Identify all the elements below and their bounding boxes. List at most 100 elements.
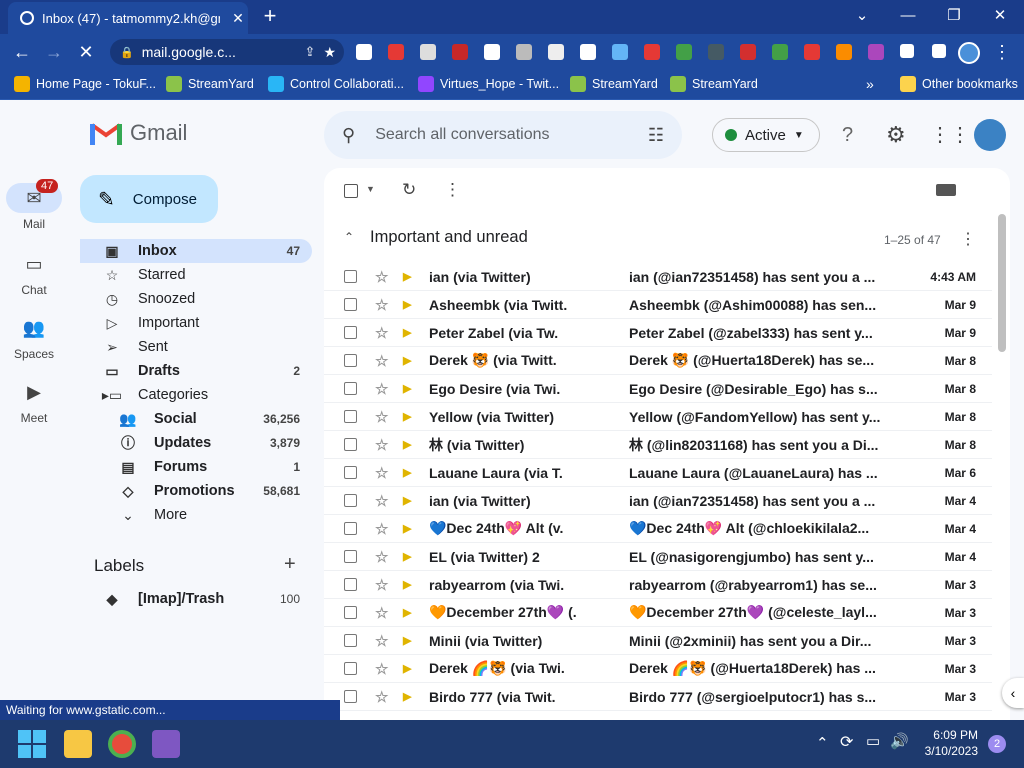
star-icon[interactable]: ☆ bbox=[375, 688, 393, 706]
email-row[interactable]: ☆ ▶ ian (via Twitter) ian (@ian72351458) ha… bbox=[324, 263, 992, 291]
sidebar-item-drafts[interactable]: ▭ Drafts 2 bbox=[80, 359, 312, 383]
more-bookmarks-icon[interactable]: » bbox=[866, 76, 874, 92]
email-row[interactable]: ☆ ▶ Asheembk (via Twitt. Asheembk (@Ashim00… bbox=[324, 291, 992, 319]
bookmark-star-icon[interactable]: ★ bbox=[323, 44, 336, 61]
important-marker-icon[interactable]: ▶ bbox=[403, 382, 415, 395]
help-icon[interactable]: ? bbox=[842, 124, 853, 147]
important-marker-icon[interactable]: ▶ bbox=[403, 410, 415, 423]
extension-icon[interactable] bbox=[804, 44, 820, 60]
row-checkbox[interactable] bbox=[344, 662, 357, 675]
extension-icon[interactable] bbox=[484, 44, 500, 60]
browser-menu-icon[interactable]: ⋮ bbox=[990, 41, 1014, 63]
important-marker-icon[interactable]: ▶ bbox=[403, 466, 415, 479]
email-row[interactable]: ☆ ▶ Derek 🐯 (via Twitt. Derek 🐯 (@Huerta18D… bbox=[324, 347, 992, 375]
notification-badge[interactable]: 2 bbox=[988, 735, 1006, 753]
keyboard-icon[interactable] bbox=[936, 184, 956, 196]
email-row[interactable]: ☆ ▶ Lauane Laura (via T. Lauane Laura (@Lau… bbox=[324, 459, 992, 487]
select-dropdown-icon[interactable]: ▼ bbox=[366, 184, 375, 194]
sidebar-item-important[interactable]: ▷ Important bbox=[80, 311, 312, 335]
extension-icon[interactable] bbox=[644, 44, 660, 60]
important-marker-icon[interactable]: ▶ bbox=[403, 578, 415, 591]
sidebar-item-forums[interactable]: ▤ Forums 1 bbox=[80, 455, 312, 479]
row-checkbox[interactable] bbox=[344, 354, 357, 367]
email-row[interactable]: ☆ ▶ Minii (via Twitter) Minii (@2xminii) ha… bbox=[324, 627, 992, 655]
important-marker-icon[interactable]: ▶ bbox=[403, 522, 415, 535]
loading-stop-button[interactable]: ✕ bbox=[74, 41, 98, 63]
settings-gear-icon[interactable]: ⚙ bbox=[886, 122, 906, 148]
extension-icon[interactable] bbox=[356, 44, 372, 60]
search-options-icon[interactable]: ☷ bbox=[648, 125, 664, 146]
bookmark-item[interactable]: Home Page - TokuF... bbox=[14, 76, 156, 92]
bookmark-item[interactable]: Control Collaborati... bbox=[268, 76, 404, 92]
star-icon[interactable]: ☆ bbox=[375, 632, 393, 650]
extension-icon[interactable] bbox=[868, 44, 884, 60]
chrome-icon[interactable] bbox=[108, 730, 136, 758]
extension-icon[interactable] bbox=[612, 44, 628, 60]
star-icon[interactable]: ☆ bbox=[375, 660, 393, 678]
important-marker-icon[interactable]: ▶ bbox=[403, 690, 415, 703]
rail-chat[interactable]: ▭ Chat bbox=[0, 249, 68, 298]
refresh-icon[interactable]: ↻ bbox=[402, 180, 416, 200]
star-icon[interactable]: ☆ bbox=[375, 408, 393, 426]
rail-mail[interactable]: ✉ 47 Mail bbox=[0, 179, 68, 231]
star-icon[interactable]: ☆ bbox=[375, 576, 393, 594]
select-all-checkbox[interactable] bbox=[344, 184, 358, 198]
star-icon[interactable]: ☆ bbox=[375, 604, 393, 622]
email-row[interactable]: ☆ ▶ 林 (via Twitter) 林 (@lin82031168) has se… bbox=[324, 431, 992, 459]
email-row[interactable]: ☆ ▶ Peter Zabel (via Tw. Peter Zabel (@zabe… bbox=[324, 319, 992, 347]
sidebar-item-snoozed[interactable]: ◷ Snoozed bbox=[80, 287, 312, 311]
extension-icon[interactable] bbox=[516, 44, 532, 60]
extension-icon[interactable] bbox=[548, 44, 564, 60]
star-icon[interactable]: ☆ bbox=[375, 296, 393, 314]
back-button[interactable]: ← bbox=[10, 41, 34, 63]
row-checkbox[interactable] bbox=[344, 550, 357, 563]
bookmark-item[interactable]: StreamYard bbox=[670, 76, 758, 92]
extension-icon[interactable] bbox=[420, 44, 436, 60]
row-checkbox[interactable] bbox=[344, 438, 357, 451]
restore-button[interactable]: ❐ bbox=[934, 4, 974, 28]
clock[interactable]: 6:09 PM 3/10/2023 bbox=[918, 728, 978, 758]
extension-icon[interactable] bbox=[932, 44, 946, 58]
sidebar-item-updates[interactable]: ⓘ Updates 3,879 bbox=[80, 431, 312, 455]
important-marker-icon[interactable]: ▶ bbox=[403, 550, 415, 563]
section-menu-icon[interactable]: ⋮ bbox=[960, 229, 976, 249]
volume-icon[interactable]: 🔊 bbox=[890, 732, 909, 750]
star-icon[interactable]: ☆ bbox=[375, 464, 393, 482]
important-marker-icon[interactable]: ▶ bbox=[403, 494, 415, 507]
bookmark-item[interactable]: Virtues_Hope - Twit... bbox=[418, 76, 559, 92]
important-marker-icon[interactable]: ▶ bbox=[403, 270, 415, 283]
email-row[interactable]: ☆ ▶ ian (via Twitter) ian (@ian72351458) ha… bbox=[324, 487, 992, 515]
windows-start-icon[interactable] bbox=[18, 730, 46, 758]
star-icon[interactable]: ☆ bbox=[375, 520, 393, 538]
extension-icon[interactable] bbox=[708, 44, 724, 60]
add-label-icon[interactable]: + bbox=[284, 553, 296, 576]
forward-button[interactable]: → bbox=[42, 41, 66, 63]
row-checkbox[interactable] bbox=[344, 326, 357, 339]
extension-icon[interactable] bbox=[836, 44, 852, 60]
email-row[interactable]: ☆ ▶ Birdo 777 (via Twit. Birdo 777 (@sergio… bbox=[324, 683, 992, 711]
email-row[interactable]: ☆ ▶ Ego Desire (via Twi. Ego Desire (@Desir… bbox=[324, 375, 992, 403]
status-dropdown[interactable]: Active ▼ bbox=[712, 118, 820, 152]
important-marker-icon[interactable]: ▶ bbox=[403, 354, 415, 367]
row-checkbox[interactable] bbox=[344, 466, 357, 479]
star-icon[interactable]: ☆ bbox=[375, 436, 393, 454]
rail-meet[interactable]: ▶ Meet bbox=[0, 377, 68, 426]
sidebar-item-starred[interactable]: ☆ Starred bbox=[80, 263, 312, 287]
email-row[interactable]: ☆ ▶ 💙Dec 24th💖 Alt (v. 💙Dec 24th💖 Alt (@chl… bbox=[324, 515, 992, 543]
email-row[interactable]: ☆ ▶ 🧡December 27th💜 (. 🧡December 27th💜 (@ce… bbox=[324, 599, 992, 627]
row-checkbox[interactable] bbox=[344, 690, 357, 703]
row-checkbox[interactable] bbox=[344, 578, 357, 591]
search-input[interactable]: Search all conversations bbox=[375, 126, 549, 144]
important-marker-icon[interactable]: ▶ bbox=[403, 606, 415, 619]
sidebar-item-categories[interactable]: ▸▭ Categories bbox=[80, 383, 312, 407]
email-row[interactable]: ☆ ▶ Derek 🌈🐯 (via Twi. Derek 🌈🐯 (@Huerta18D… bbox=[324, 655, 992, 683]
scrollbar-track[interactable] bbox=[996, 212, 1008, 724]
side-panel-toggle-icon[interactable]: ‹ bbox=[1002, 678, 1024, 708]
tab-search-icon[interactable]: ⌄ bbox=[842, 4, 882, 28]
sidebar-item-sent[interactable]: ➢ Sent bbox=[80, 335, 312, 359]
extension-icon[interactable] bbox=[388, 44, 404, 60]
extension-icon[interactable] bbox=[900, 44, 914, 58]
important-marker-icon[interactable]: ▶ bbox=[403, 298, 415, 311]
minimize-button[interactable]: — bbox=[888, 4, 928, 28]
extension-icon[interactable] bbox=[740, 44, 756, 60]
